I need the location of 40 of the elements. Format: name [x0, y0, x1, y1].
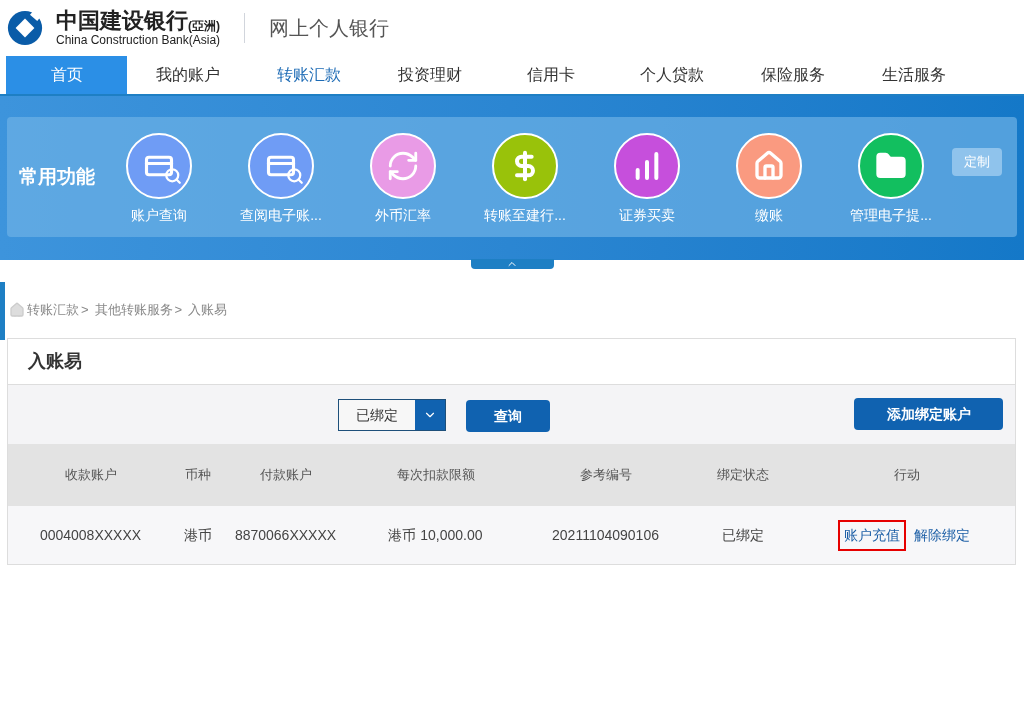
table-cell-text: 20211104090106 — [552, 525, 659, 545]
nav-tab[interactable]: 保险服务 — [732, 56, 853, 94]
add-account-button[interactable]: 添加绑定账户 — [854, 398, 1003, 430]
column-header: 币种 — [185, 466, 211, 485]
status-dropdown[interactable]: 已绑定 — [338, 399, 446, 431]
nav-tab[interactable]: 首页 — [6, 56, 127, 94]
query-button[interactable]: 查询 — [466, 400, 550, 432]
nav-tab[interactable]: 转账汇款 — [248, 56, 369, 94]
shortcuts-title: 常用功能 — [19, 164, 96, 189]
panel-title: 入账易 — [28, 350, 82, 373]
nav-tab[interactable]: 个人贷款 — [611, 56, 732, 94]
column-header: 收款账户 — [64, 466, 117, 485]
nav-tab[interactable]: 我的账户 — [127, 56, 248, 94]
table-cell-text: 已绑定 — [722, 525, 764, 545]
breadcrumb-separator: > — [174, 301, 183, 320]
table-cell-text: 港币 — [184, 525, 212, 545]
column-header: 行动 — [893, 466, 920, 485]
bank-region: (亞洲) — [188, 20, 220, 32]
table-cell-text: 0004008XXXXX — [39, 525, 142, 545]
nav-tab[interactable]: 生活服务 — [853, 56, 974, 94]
action-link[interactable]: 账户充值 — [837, 519, 906, 551]
table-cell-text: 港币 10,000.00 — [388, 525, 483, 545]
nav-tab[interactable]: 投资理财 — [369, 56, 490, 94]
bank-name: 中国建设银行 — [56, 10, 188, 32]
nav-tab[interactable]: 信用卡 — [490, 56, 611, 94]
collapse-tab[interactable] — [470, 259, 554, 269]
breadcrumb-separator: > — [81, 301, 89, 320]
table-cell-text: 8870066XXXXX — [234, 525, 337, 545]
column-header: 付款账户 — [259, 466, 312, 485]
column-header: 参考编号 — [579, 466, 632, 485]
breadcrumb-link[interactable]: 其他转账服务 — [94, 300, 173, 320]
breadcrumb-link[interactable]: 入账易 — [188, 300, 228, 320]
bank-logo-icon — [6, 9, 44, 47]
column-header: 每次扣款限额 — [396, 466, 475, 485]
breadcrumb-link[interactable]: 转账汇款 — [27, 300, 79, 320]
product-title: 网上个人银行 — [269, 16, 390, 41]
bank-name-english: China Construction Bank(Asia) — [56, 34, 221, 46]
action-link[interactable]: 解除绑定 — [907, 519, 976, 551]
column-header: 绑定状态 — [717, 466, 769, 485]
home-icon[interactable] — [9, 302, 25, 318]
